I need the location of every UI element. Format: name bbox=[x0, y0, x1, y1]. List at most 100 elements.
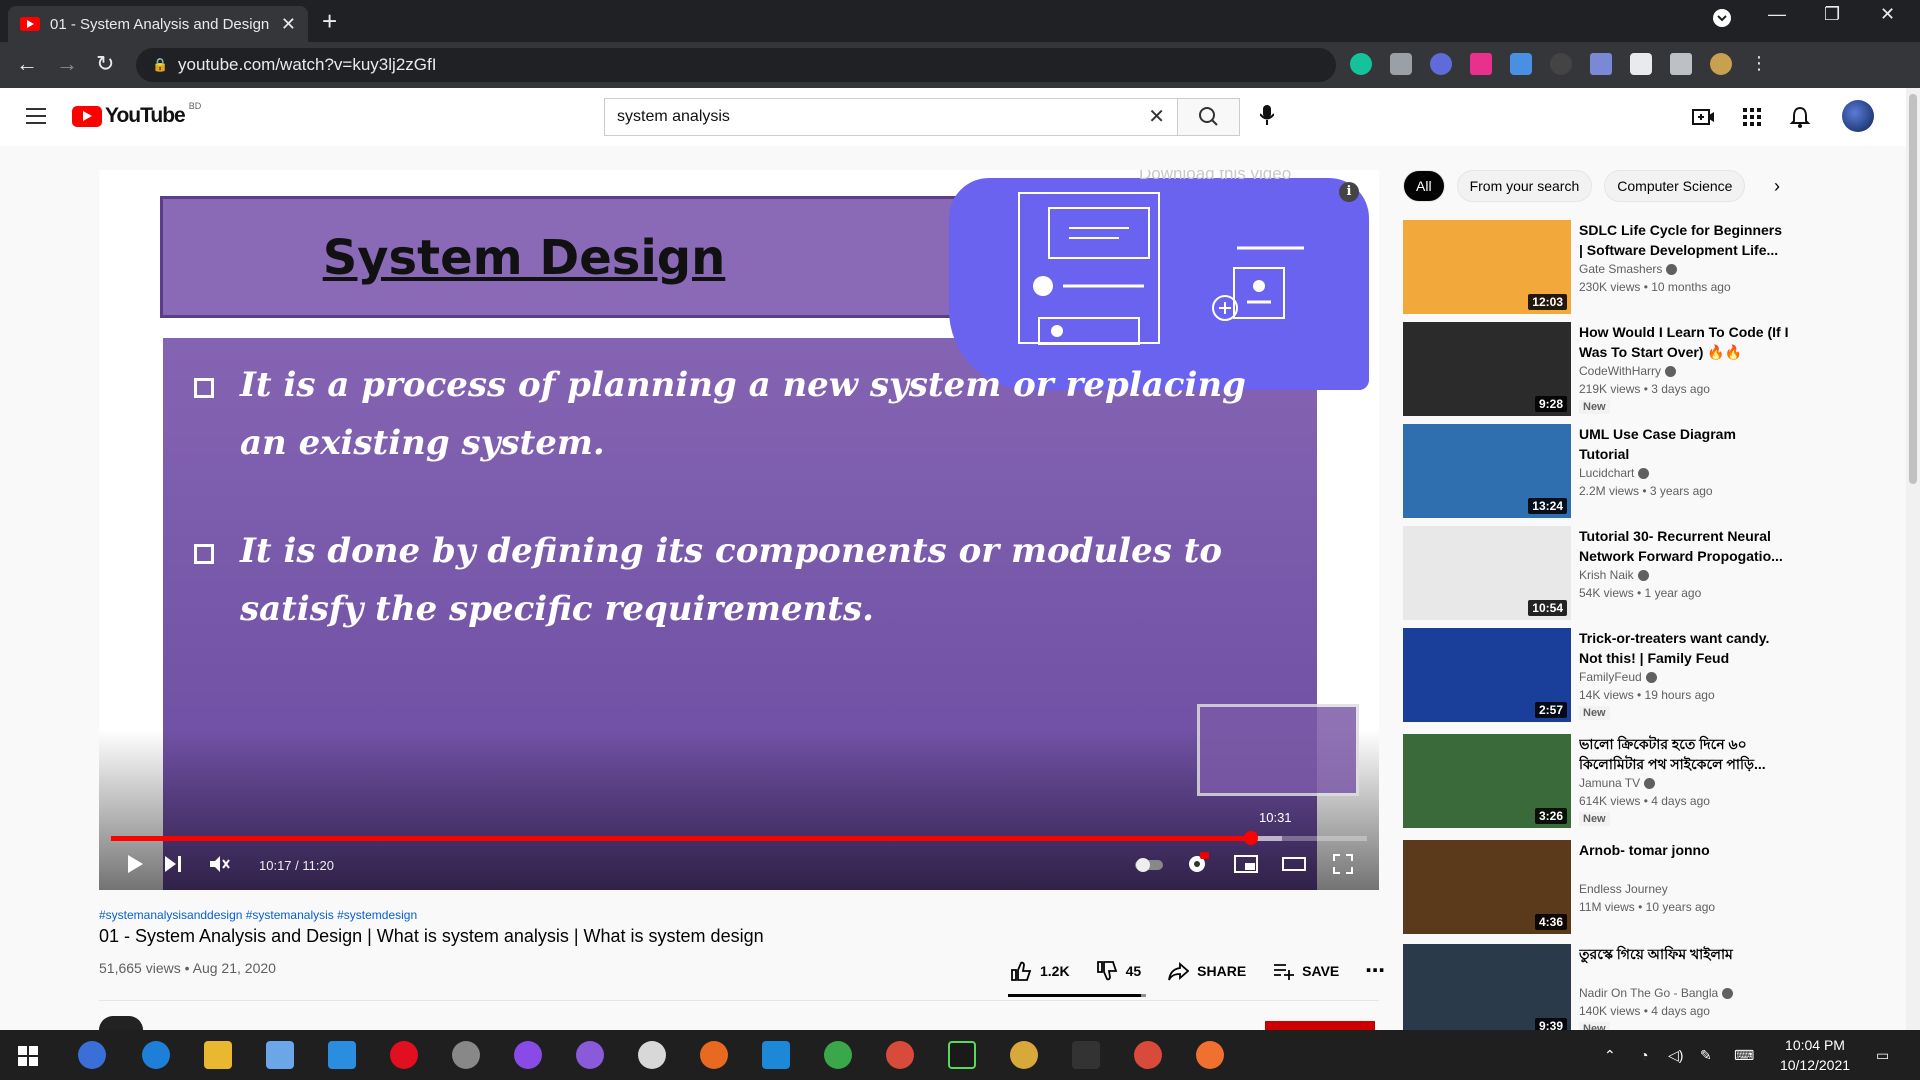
profile-avatar-icon[interactable] bbox=[1710, 53, 1732, 75]
download-video-overlay[interactable]: Download this video bbox=[1139, 170, 1291, 184]
file-explorer-icon[interactable] bbox=[204, 1041, 232, 1069]
terminal-icon[interactable] bbox=[1072, 1041, 1100, 1069]
channel-name[interactable]: CodeWithHarry bbox=[1579, 364, 1677, 378]
extension-icon[interactable] bbox=[1430, 53, 1452, 75]
recommendation-title[interactable]: Trick-or-treaters want candy. Not this! … bbox=[1579, 628, 1789, 668]
notification-center-icon[interactable]: ▭ bbox=[1876, 1047, 1889, 1064]
recommendation-item[interactable]: 13:24 UML Use Case Diagram Tutorial Lucidc… bbox=[1403, 424, 1873, 520]
puzzle-icon[interactable] bbox=[1630, 53, 1652, 75]
like-button[interactable]: 1.2K bbox=[1010, 958, 1070, 983]
clear-search-icon[interactable]: ✕ bbox=[1148, 99, 1165, 135]
next-video-icon[interactable] bbox=[161, 852, 185, 876]
youtube-logo[interactable]: YouTube BD bbox=[72, 101, 201, 128]
keyboard-icon[interactable]: ⌨ bbox=[1734, 1047, 1754, 1064]
recommendation-title[interactable]: Arnob- tomar jonno bbox=[1579, 840, 1789, 860]
video-thumbnail[interactable]: 9:28 bbox=[1403, 322, 1571, 416]
save-button[interactable]: SAVE bbox=[1272, 958, 1339, 983]
progress-bar[interactable] bbox=[111, 831, 1367, 845]
chip-computer-science[interactable]: Computer Science bbox=[1604, 170, 1746, 202]
recommendation-title[interactable]: SDLC Life Cycle for Beginners | Software… bbox=[1579, 220, 1789, 260]
postman-icon[interactable] bbox=[1196, 1041, 1224, 1069]
channel-name[interactable]: Lucidchart bbox=[1579, 466, 1650, 480]
volume-icon[interactable]: ◁) bbox=[1668, 1047, 1683, 1064]
new-tab-button[interactable]: + bbox=[322, 6, 337, 37]
video-thumbnail[interactable]: 9:39 bbox=[1403, 944, 1571, 1038]
scrollbar-thumb[interactable] bbox=[1909, 94, 1917, 484]
extension-icon[interactable] bbox=[1550, 53, 1572, 75]
guide-menu-icon[interactable] bbox=[26, 108, 46, 124]
edge-icon[interactable] bbox=[142, 1041, 170, 1069]
recommendation-item[interactable]: 9:39 তুরস্কে গিয়ে আফিম খাইলাম Nadir On Th… bbox=[1403, 944, 1873, 1040]
more-actions-button[interactable]: ⋯ bbox=[1365, 958, 1385, 983]
qbittorrent-icon[interactable] bbox=[78, 1041, 106, 1069]
video-thumbnail[interactable]: 2:57 bbox=[1403, 628, 1571, 722]
channel-name[interactable]: Krish Naik bbox=[1579, 568, 1649, 582]
minimize-icon[interactable]: — bbox=[1768, 4, 1786, 25]
share-button[interactable]: SHARE bbox=[1167, 958, 1246, 983]
video-hashtags[interactable]: #systemanalysisanddesign #systemanalysis… bbox=[99, 908, 417, 922]
maximize-icon[interactable]: ❐ bbox=[1824, 4, 1840, 25]
mail-icon[interactable] bbox=[328, 1041, 356, 1069]
download-extension-icon[interactable] bbox=[1510, 53, 1532, 75]
forward-icon[interactable]: → bbox=[56, 51, 78, 77]
account-avatar[interactable] bbox=[1842, 100, 1874, 132]
recommendation-title[interactable]: How Would I Learn To Code (If I Was To S… bbox=[1579, 322, 1789, 362]
chip-all[interactable]: All bbox=[1403, 170, 1445, 202]
app-icon[interactable] bbox=[638, 1041, 666, 1069]
video-thumbnail[interactable]: 12:03 bbox=[1403, 220, 1571, 314]
pen-icon[interactable]: ✎ bbox=[1700, 1047, 1712, 1064]
video-thumbnail[interactable]: 13:24 bbox=[1403, 424, 1571, 518]
app-icon[interactable] bbox=[824, 1041, 852, 1069]
camera-extension-icon[interactable] bbox=[1390, 53, 1412, 75]
recommendation-title[interactable]: তুরস্কে গিয়ে আফিম খাইলাম bbox=[1579, 944, 1789, 964]
store-icon[interactable] bbox=[266, 1041, 294, 1069]
recommendation-title[interactable]: ভালো ক্রিকেটার হতে দিনে ৬০ কিলোমিটার পথ … bbox=[1579, 734, 1789, 774]
channel-avatar[interactable] bbox=[99, 1016, 143, 1030]
close-window-icon[interactable]: ✕ bbox=[1880, 4, 1895, 25]
video-thumbnail[interactable]: 10:54 bbox=[1403, 526, 1571, 620]
search-input[interactable]: system analysis ✕ bbox=[604, 98, 1178, 136]
autoplay-toggle[interactable] bbox=[1133, 852, 1165, 876]
recommendation-item[interactable]: 12:03 SDLC Life Cycle for Beginners | Sof… bbox=[1403, 220, 1873, 316]
recommendation-item[interactable]: 2:57 Trick-or-treaters want candy. Not th… bbox=[1403, 628, 1873, 724]
search-button[interactable] bbox=[1177, 98, 1240, 136]
recommendation-title[interactable]: Tutorial 30- Recurrent Neural Network Fo… bbox=[1579, 526, 1789, 566]
recommendation-title[interactable]: UML Use Case Diagram Tutorial bbox=[1579, 424, 1789, 464]
wifi-icon[interactable]: ◔ bbox=[1640, 1047, 1648, 1063]
app-icon[interactable] bbox=[452, 1041, 480, 1069]
channel-name[interactable]: Nadir On The Go - Bangla bbox=[1579, 986, 1734, 1000]
extension-icon[interactable] bbox=[1470, 53, 1492, 75]
video-thumbnail[interactable]: 4:36 bbox=[1403, 840, 1571, 934]
dislike-button[interactable]: 45 bbox=[1096, 958, 1141, 983]
notifications-bell-icon[interactable] bbox=[1788, 105, 1812, 129]
chevron-up-icon[interactable]: ⌃ bbox=[1604, 1047, 1616, 1064]
recommendation-item[interactable]: 10:54 Tutorial 30- Recurrent Neural Netwo… bbox=[1403, 526, 1873, 622]
back-icon[interactable]: ← bbox=[16, 51, 38, 77]
video-thumbnail[interactable]: 3:26 bbox=[1403, 734, 1571, 828]
fullscreen-icon[interactable] bbox=[1331, 852, 1355, 876]
muted-volume-icon[interactable] bbox=[207, 852, 231, 876]
channel-name[interactable]: Jamuna TV bbox=[1579, 776, 1656, 790]
grammarly-extension-icon[interactable] bbox=[1350, 53, 1372, 75]
recommendation-item[interactable]: 9:28 How Would I Learn To Code (If I Was … bbox=[1403, 322, 1873, 418]
menu-dots-icon[interactable]: ⋮ bbox=[1750, 53, 1768, 75]
settings-gear-icon[interactable] bbox=[1185, 852, 1209, 876]
create-video-icon[interactable] bbox=[1692, 105, 1716, 129]
apps-grid-icon[interactable] bbox=[1740, 105, 1764, 129]
channel-name[interactable]: Endless Journey bbox=[1579, 882, 1668, 896]
browser-tab[interactable]: 01 - System Analysis and Design ✕ bbox=[8, 6, 308, 42]
chevron-right-icon[interactable]: › bbox=[1774, 176, 1780, 197]
channel-name[interactable]: Gate Smashers bbox=[1579, 262, 1678, 276]
reload-icon[interactable]: ↻ bbox=[96, 51, 114, 77]
channel-name[interactable]: FamilyFeud bbox=[1579, 670, 1657, 684]
close-tab-icon[interactable]: ✕ bbox=[281, 14, 296, 35]
recommendation-item[interactable]: 3:26 ভালো ক্রিকেটার হতে দিনে ৬০ কিলোমিটার… bbox=[1403, 734, 1873, 830]
windows-start-icon[interactable] bbox=[18, 1046, 38, 1066]
theater-mode-icon[interactable] bbox=[1281, 852, 1307, 876]
miniplayer-icon[interactable] bbox=[1233, 852, 1259, 876]
info-card-icon[interactable]: i bbox=[1339, 182, 1359, 202]
extension-icon[interactable] bbox=[1590, 53, 1612, 75]
video-player[interactable]: System Design It is a process of plannin… bbox=[99, 170, 1379, 890]
chrome-active-icon[interactable] bbox=[1010, 1041, 1038, 1069]
tab-search-icon[interactable] bbox=[1712, 8, 1732, 33]
